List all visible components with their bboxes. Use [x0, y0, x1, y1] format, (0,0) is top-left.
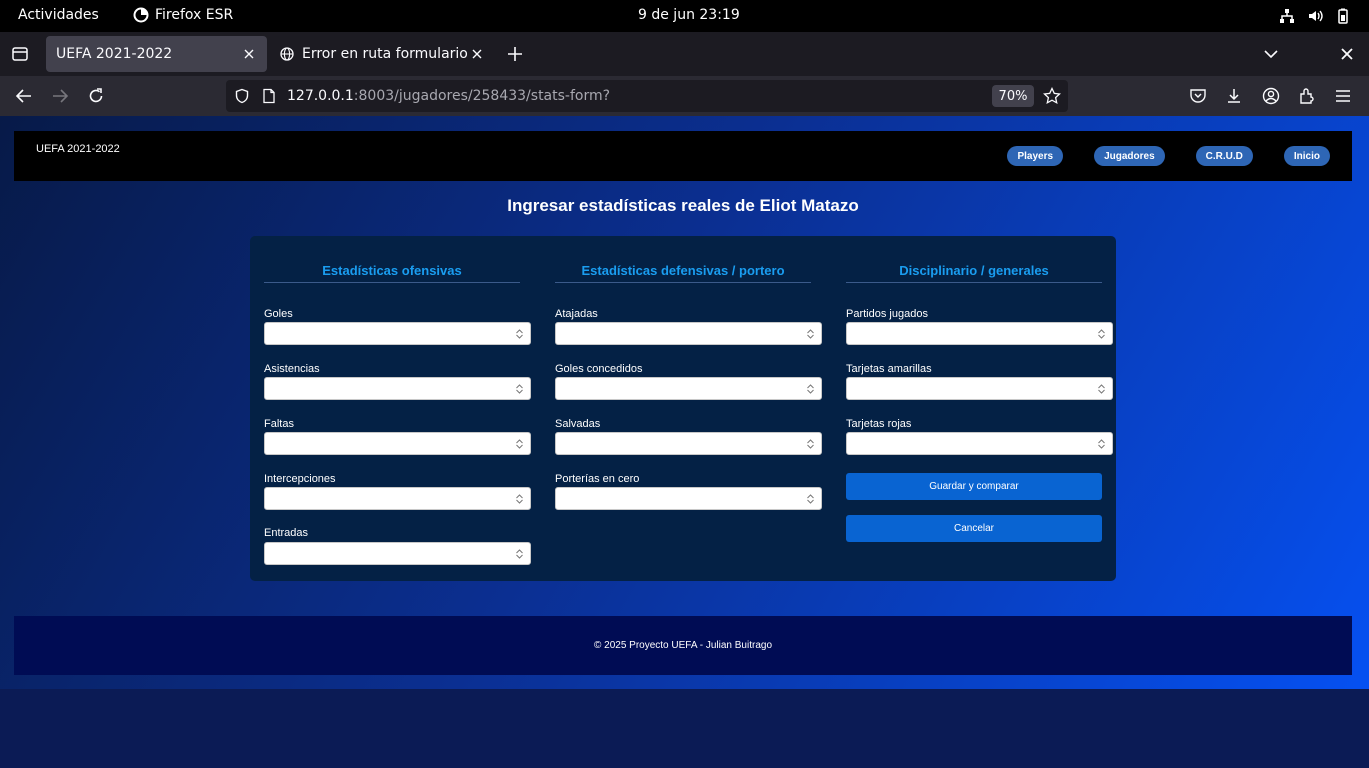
spinner-icon[interactable] — [1097, 438, 1106, 450]
atajadas-input[interactable] — [555, 322, 822, 345]
page-icon[interactable] — [261, 88, 277, 104]
firefox-icon — [133, 7, 149, 23]
tarjetas-amarillas-input[interactable] — [846, 377, 1113, 400]
field-label: Entradas — [264, 527, 309, 539]
column-title: Disciplinario / generales — [846, 263, 1102, 283]
field-label: Asistencias — [264, 363, 320, 375]
nav-jugadores[interactable]: Jugadores — [1094, 146, 1165, 166]
back-icon[interactable] — [14, 86, 34, 106]
spinner-icon[interactable] — [515, 438, 524, 450]
asistencias-input[interactable] — [264, 377, 531, 400]
field-label: Porterías en cero — [555, 473, 640, 485]
spinner-icon[interactable] — [1097, 383, 1106, 395]
field-label: Salvadas — [555, 418, 601, 430]
firefox-view-icon[interactable] — [10, 44, 30, 64]
spinner-icon[interactable] — [515, 328, 524, 340]
spinner-icon[interactable] — [806, 493, 815, 505]
spinner-icon[interactable] — [806, 383, 815, 395]
intercepciones-input[interactable] — [264, 487, 531, 510]
field-label: Tarjetas amarillas — [846, 363, 932, 375]
faltas-input[interactable] — [264, 432, 531, 455]
system-top-bar: Actividades Firefox ESR 9 de jun 23:19 — [0, 0, 1369, 32]
page-background — [0, 689, 1369, 768]
system-tray[interactable] — [1279, 8, 1351, 24]
spinner-icon[interactable] — [806, 328, 815, 340]
nav-players[interactable]: Players — [1007, 146, 1064, 166]
goles-input[interactable] — [264, 322, 531, 345]
porterias-cero-input[interactable] — [555, 487, 822, 510]
app-name: Firefox ESR — [155, 7, 234, 23]
tarjetas-rojas-input[interactable] — [846, 432, 1113, 455]
close-tab-icon[interactable] — [469, 46, 485, 62]
reload-icon[interactable] — [86, 86, 106, 106]
page-viewport: UEFA 2021-2022 Players Jugadores C.R.U.D… — [0, 116, 1369, 768]
tab-title: Error en ruta formulario — [302, 46, 468, 62]
spinner-icon[interactable] — [515, 493, 524, 505]
menu-icon[interactable] — [1333, 86, 1353, 106]
field-label: Atajadas — [555, 308, 598, 320]
tab-strip: UEFA 2021-2022 Error en ruta formulario — [0, 32, 1369, 76]
new-tab-icon[interactable] — [505, 44, 525, 64]
shield-icon[interactable] — [234, 88, 250, 104]
close-tab-icon[interactable] — [241, 46, 257, 62]
spinner-icon[interactable] — [1097, 328, 1106, 340]
column-title: Estadísticas defensivas / portero — [555, 263, 811, 283]
tab-error-ruta[interactable]: Error en ruta formulario — [270, 36, 495, 72]
site-brand[interactable]: UEFA 2021-2022 — [36, 143, 120, 155]
stats-form: Estadísticas ofensivas Goles Asistencias… — [250, 236, 1116, 581]
disciplinary-column: Disciplinario / generales Partidos jugad… — [846, 263, 1113, 542]
spinner-icon[interactable] — [515, 383, 524, 395]
goles-concedidos-input[interactable] — [555, 377, 822, 400]
clock[interactable]: 9 de jun 23:19 — [638, 7, 740, 23]
column-title: Estadísticas ofensivas — [264, 263, 520, 283]
bookmark-star-icon[interactable] — [1043, 87, 1061, 105]
salvadas-input[interactable] — [555, 432, 822, 455]
list-all-tabs-icon[interactable] — [1261, 44, 1281, 64]
offensive-column: Estadísticas ofensivas Goles Asistencias… — [264, 263, 531, 565]
field-label: Goles concedidos — [555, 363, 643, 375]
partidos-jugados-input[interactable] — [846, 322, 1113, 345]
tabstrip-controls — [1261, 44, 1357, 64]
save-compare-button[interactable]: Guardar y comparar — [846, 473, 1102, 500]
field-label: Faltas — [264, 418, 294, 430]
field-label: Partidos jugados — [846, 308, 928, 320]
site-header: UEFA 2021-2022 Players Jugadores C.R.U.D… — [14, 131, 1352, 181]
account-icon[interactable] — [1261, 86, 1281, 106]
footer-text: © 2025 Proyecto UEFA - Julian Buitrago — [593, 640, 773, 651]
tab-uefa[interactable]: UEFA 2021-2022 — [46, 36, 267, 72]
site-footer: © 2025 Proyecto UEFA - Julian Buitrago — [14, 616, 1352, 675]
close-window-icon[interactable] — [1337, 44, 1357, 64]
site-nav: Players Jugadores C.R.U.D Inicio — [976, 146, 1330, 166]
battery-icon — [1338, 8, 1348, 24]
nav-inicio[interactable]: Inicio — [1283, 146, 1330, 166]
url-host: 127.0.0.1 — [287, 88, 354, 104]
extensions-icon[interactable] — [1297, 86, 1317, 106]
entradas-input[interactable] — [264, 542, 531, 565]
field-label: Tarjetas rojas — [846, 418, 912, 430]
url-path: :8003/jugadores/258433/stats-form? — [353, 88, 611, 104]
volume-icon — [1309, 10, 1323, 22]
forward-icon[interactable] — [50, 86, 70, 106]
spinner-icon[interactable] — [515, 548, 524, 560]
network-icon — [1280, 9, 1294, 23]
nav-toolbar: 127.0.0.1:8003/jugadores/258433/stats-fo… — [0, 76, 1369, 116]
app-menu[interactable]: Firefox ESR — [133, 7, 233, 23]
downloads-icon[interactable] — [1224, 86, 1244, 106]
globe-icon — [280, 47, 294, 61]
activities-button[interactable]: Actividades — [18, 7, 99, 23]
nav-crud[interactable]: C.R.U.D — [1195, 146, 1253, 166]
url-bar[interactable]: 127.0.0.1:8003/jugadores/258433/stats-fo… — [226, 80, 1068, 112]
field-label: Intercepciones — [264, 473, 336, 485]
tab-title: UEFA 2021-2022 — [56, 46, 173, 62]
spinner-icon[interactable] — [806, 438, 815, 450]
url-text[interactable]: 127.0.0.1:8003/jugadores/258433/stats-fo… — [287, 88, 610, 104]
page-title: Ingresar estadísticas reales de Eliot Ma… — [507, 196, 859, 215]
field-label: Goles — [264, 308, 293, 320]
cancel-button[interactable]: Cancelar — [846, 515, 1102, 542]
defensive-column: Estadísticas defensivas / portero Atajad… — [555, 263, 822, 510]
zoom-level-button[interactable]: 70% — [992, 85, 1034, 107]
pocket-icon[interactable] — [1188, 86, 1208, 106]
